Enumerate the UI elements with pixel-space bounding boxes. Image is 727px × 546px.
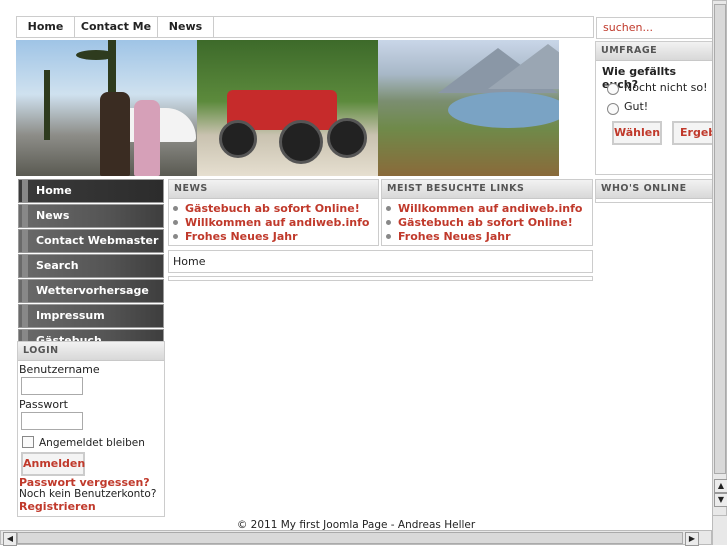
vertical-scrollbar[interactable]: ▲ ▼ (712, 0, 727, 516)
menu-item-weather[interactable]: Wettervorhersage BW (18, 279, 164, 319)
popular-bullet (386, 234, 391, 239)
login-button[interactable]: Anmelden (21, 452, 85, 476)
news-bullet (173, 234, 178, 239)
popular-header: MEIST BESUCHTE LINKS (382, 180, 592, 199)
login-box: LOGIN Benutzername Passwort Angemeldet b… (17, 341, 165, 517)
horizontal-scroll-thumb[interactable] (17, 532, 683, 544)
lake-valley-photo (378, 40, 559, 176)
whos-online-box: WHO'S ONLINE (595, 179, 715, 203)
poll-option-1-label: Nocht nicht so! (624, 81, 708, 94)
news-bullet (173, 220, 178, 225)
menu-item-search[interactable]: Search (18, 254, 164, 278)
buggy-photo (197, 40, 378, 176)
news-header: NEWS (169, 180, 378, 199)
whos-online-header: WHO'S ONLINE (596, 180, 714, 199)
poll-option-2-label: Gut! (624, 100, 649, 113)
news-box: NEWS Gästebuch ab sofort Online! Willkom… (168, 179, 379, 246)
nav-news[interactable]: News (158, 17, 214, 37)
popular-link-3[interactable]: Frohes Neues Jahr (398, 230, 511, 243)
news-link-2[interactable]: Willkommen auf andiweb.info (185, 216, 369, 229)
scroll-left-icon[interactable]: ◀ (3, 532, 17, 546)
password-label: Passwort (19, 398, 68, 411)
news-link-3[interactable]: Frohes Neues Jahr (185, 230, 298, 243)
poll-header: UMFRAGE (596, 42, 714, 61)
menu-item-news[interactable]: News (18, 204, 164, 228)
poll-option-2-radio[interactable] (607, 103, 619, 115)
harbor-photo (16, 40, 197, 176)
menu-item-contact-webmaster[interactable]: Contact Webmaster (18, 229, 164, 253)
remember-checkbox[interactable] (22, 436, 34, 448)
nav-contact-me[interactable]: Contact Me (75, 17, 158, 37)
breadcrumb[interactable]: Home (173, 255, 205, 268)
vote-button[interactable]: Wählen (612, 121, 662, 145)
popular-bullet (386, 206, 391, 211)
menu-item-impressum[interactable]: Impressum (18, 304, 164, 328)
scroll-up-icon[interactable]: ▲ (714, 479, 727, 493)
scroll-right-icon[interactable]: ▶ (685, 532, 699, 546)
poll-box: UMFRAGE Wie gefällts euch? Nocht nicht s… (595, 41, 727, 175)
news-bullet (173, 206, 178, 211)
top-navigation: Home Contact Me News (16, 16, 594, 38)
popular-link-2[interactable]: Gästebuch ab sofort Online! (398, 216, 573, 229)
results-button[interactable]: Ergebni (672, 121, 727, 145)
horizontal-scrollbar[interactable]: ◀ ▶ (0, 530, 712, 546)
scroll-corner (712, 516, 727, 545)
remember-label: Angemeldet bleiben (39, 437, 145, 449)
username-label: Benutzername (19, 363, 100, 376)
password-field[interactable] (21, 412, 83, 430)
scroll-down-icon[interactable]: ▼ (714, 493, 727, 507)
popular-link-1[interactable]: Willkommen auf andiweb.info (398, 202, 582, 215)
nav-home[interactable]: Home (17, 17, 75, 37)
menu-item-home[interactable]: Home (18, 179, 164, 203)
no-account-text: Noch kein Benutzerkonto? (19, 488, 157, 500)
popular-bullet (386, 220, 391, 225)
login-header: LOGIN (18, 342, 164, 361)
content-area (168, 276, 593, 281)
register-link[interactable]: Registrieren (19, 500, 96, 513)
news-link-1[interactable]: Gästebuch ab sofort Online! (185, 202, 360, 215)
poll-option-1-radio[interactable] (607, 83, 619, 95)
vertical-scroll-thumb[interactable] (714, 4, 726, 474)
username-field[interactable] (21, 377, 83, 395)
main-menu: Home News Contact Webmaster Search Wette… (18, 179, 164, 354)
popular-links-box: MEIST BESUCHTE LINKS Willkommen auf andi… (381, 179, 593, 246)
search-input[interactable]: suchen... (596, 17, 714, 39)
breadcrumb-box: Home (168, 250, 593, 273)
header-banner (16, 40, 559, 176)
